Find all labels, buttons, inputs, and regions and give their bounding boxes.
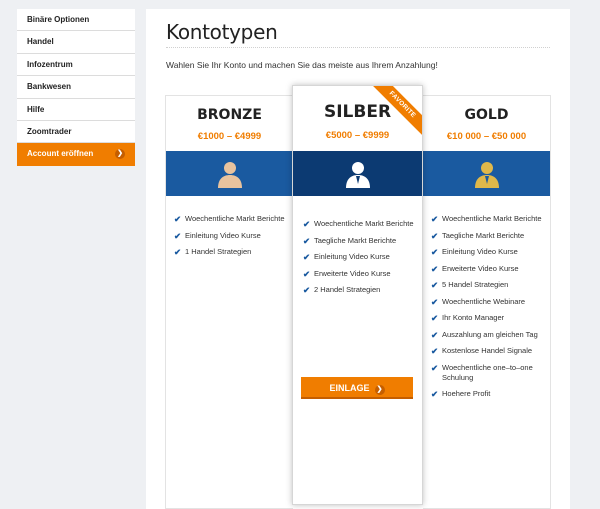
feature-label: Woechentliche one–to–one Schulung: [442, 362, 533, 382]
feature-label: Einleitung Video Kurse: [442, 247, 518, 256]
feature-list: ✔ Woechentliche Markt Berichte ✔ Taegliche…: [431, 214, 545, 406]
plan-band: [293, 151, 422, 196]
check-icon: ✔: [431, 346, 439, 356]
feature-label: 5 Handel Strategien: [442, 280, 509, 289]
list-item: ✔ Woechentliche Markt Berichte: [303, 219, 418, 229]
check-icon: ✔: [431, 313, 439, 323]
check-icon: ✔: [431, 389, 439, 399]
sidebar-item-infozentrum[interactable]: Infozentrum: [17, 53, 135, 77]
feature-label: Einleitung Video Kurse: [314, 252, 390, 261]
plan-name: BRONZE: [197, 107, 262, 123]
sidebar-item-handel[interactable]: Handel: [17, 31, 135, 54]
check-icon: ✔: [303, 235, 311, 246]
list-item: ✔ Kostenlose Handel Signale: [431, 346, 545, 356]
list-item: ✔ 5 Handel Strategien: [431, 280, 545, 290]
feature-label: Woechentliche Webinare: [442, 296, 526, 306]
einlage-button[interactable]: EINLAGE ❯: [301, 377, 413, 399]
list-item: ✔ 1 Handel Strategien: [174, 247, 286, 257]
feature-label: Taegliche Markt Berichte: [442, 230, 525, 240]
list-item: ✔ Erweiterte Video Kurse: [303, 269, 418, 279]
plan-price: €1000 – €4999: [197, 131, 262, 142]
check-icon: ✔: [431, 296, 439, 307]
list-item: ✔ Woechentliche Markt Berichte: [174, 214, 286, 224]
list-item: ✔ Erweiterte Video Kurse: [431, 264, 545, 274]
list-item: ✔ Hoehere Profit: [431, 389, 545, 399]
check-icon: ✔: [174, 247, 182, 257]
sidebar-item-binaere-optionen[interactable]: Binäre Optionen: [17, 9, 135, 32]
list-item: ✔ Taegliche Markt Berichte: [431, 231, 545, 241]
title-divider: [166, 47, 550, 48]
einlage-label: EINLAGE: [329, 383, 370, 393]
list-item: ✔ 2 Handel Strategien: [303, 285, 418, 295]
feature-list: ✔ Woechentliche Markt Berichte ✔ Taegliche…: [303, 219, 418, 302]
check-icon: ✔: [303, 252, 311, 262]
check-icon: ✔: [431, 214, 439, 224]
list-item: ✔ Woechentliche one–to–one Schulung: [431, 363, 545, 383]
sidebar-item-zoomtrader[interactable]: Zoomtrader: [17, 120, 135, 144]
list-item: ✔ Einleitung Video Kurse: [431, 247, 545, 257]
feature-label: Woechentliche Markt Berichte: [314, 219, 414, 228]
feature-label: Woechentliche Markt Berichte: [185, 214, 285, 223]
check-icon: ✔: [303, 268, 311, 279]
sidebar-item-bankwesen[interactable]: Bankwesen: [17, 76, 135, 99]
feature-label: Woechentliche Markt Berichte: [442, 214, 542, 223]
feature-label: 2 Handel Strategien: [314, 285, 381, 294]
plan-price: €5000 – €9999: [325, 130, 390, 141]
feature-label: Kostenlose Handel Signale: [442, 346, 533, 355]
check-icon: ✔: [431, 263, 439, 274]
feature-label: Erweiterte Video Kurse: [314, 268, 391, 278]
check-icon: ✔: [431, 362, 439, 373]
list-item: ✔ Woechentliche Webinare: [431, 297, 545, 307]
check-icon: ✔: [431, 230, 439, 241]
list-item: ✔ Auszahlung am gleichen Tag: [431, 330, 545, 340]
plan-card-gold: GOLD €10 000 – €50 000 ✔ Woechentliche Ma…: [423, 95, 551, 509]
list-item: ✔ Taegliche Markt Berichte: [303, 236, 418, 246]
check-icon: ✔: [431, 247, 439, 257]
list-item: ✔ Woechentliche Markt Berichte: [431, 214, 545, 224]
plan-card-bronze: BRONZE €1000 – €4999 ✔ Woechentliche Mark…: [165, 95, 293, 509]
account-eroeffnen-button[interactable]: Account eröffnen ❯: [17, 143, 135, 166]
feature-label: Auszahlung am gleichen Tag: [442, 329, 538, 339]
list-item: ✔ Einleitung Video Kurse: [174, 231, 286, 241]
feature-label: Einleitung Video Kurse: [185, 230, 261, 240]
plan-band: [166, 151, 293, 196]
sidebar-nav: Binäre Optionen Handel Infozentrum Bankw…: [17, 9, 135, 166]
list-item: ✔ Ihr Konto Manager: [431, 313, 545, 323]
main-panel: Kontotypen Wahlen Sie Ihr Konto und mach…: [146, 9, 570, 509]
feature-label: Erweiterte Video Kurse: [442, 263, 519, 273]
account-eroeffnen-label: Account eröffnen: [27, 149, 94, 159]
check-icon: ✔: [303, 219, 311, 229]
chevron-right-icon: ❯: [374, 385, 385, 395]
check-icon: ✔: [431, 280, 439, 290]
plan-name: GOLD: [464, 107, 509, 123]
check-icon: ✔: [431, 329, 439, 340]
check-icon: ✔: [174, 230, 182, 241]
intro-text: Wahlen Sie Ihr Konto und machen Sie das …: [166, 60, 438, 70]
sidebar-item-hilfe[interactable]: Hilfe: [17, 98, 135, 121]
check-icon: ✔: [303, 285, 311, 295]
chevron-right-icon: ❯: [115, 149, 125, 160]
page-title: Kontotypen: [166, 20, 278, 44]
check-icon: ✔: [174, 214, 182, 224]
plan-name: SILBER: [323, 102, 392, 122]
plan-price: €10 000 – €50 000: [446, 131, 527, 142]
list-item: ✔ Einleitung Video Kurse: [303, 252, 418, 262]
feature-list: ✔ Woechentliche Markt Berichte ✔ Einleitun…: [174, 214, 286, 264]
person-icon: [474, 162, 499, 188]
feature-label: Ihr Konto Manager: [442, 313, 505, 322]
feature-label: Hoehere Profit: [442, 389, 491, 398]
plan-band: [423, 151, 550, 196]
person-icon: [217, 162, 242, 188]
plan-card-silber: FAVORITE SILBER €5000 – €9999 ✔ Woechentl…: [292, 85, 423, 505]
feature-label: Taegliche Markt Berichte: [314, 235, 397, 245]
feature-label: 1 Handel Strategien: [185, 247, 252, 256]
person-icon: [345, 162, 370, 188]
